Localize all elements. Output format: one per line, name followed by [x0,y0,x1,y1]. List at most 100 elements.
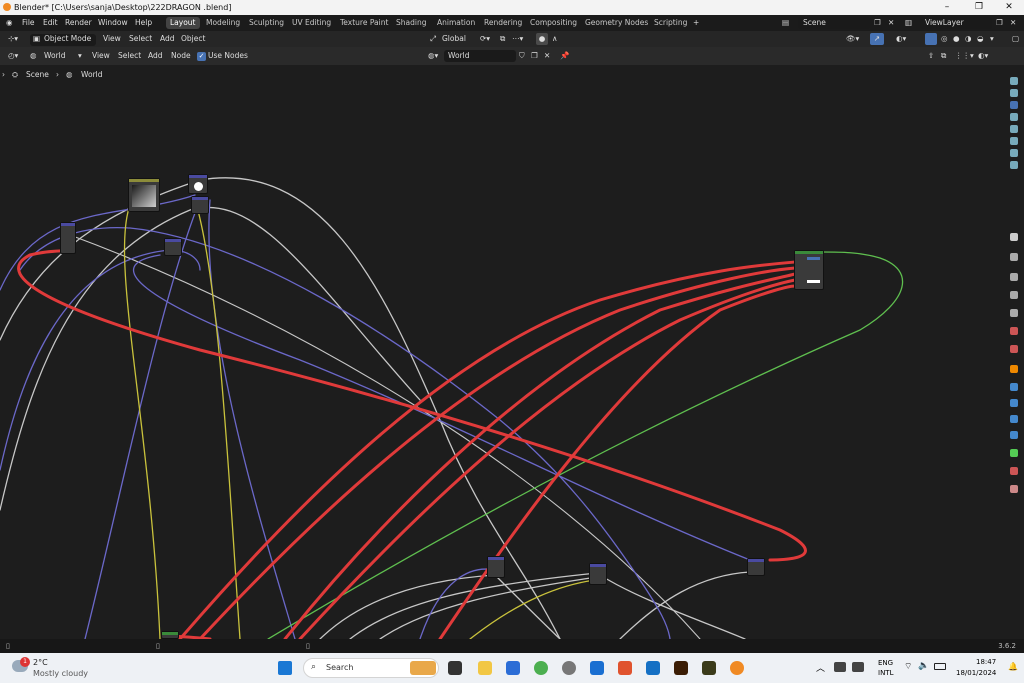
tab-scripting[interactable]: Scripting [650,17,691,29]
camera-icon[interactable] [1010,89,1018,97]
gizmo-toggle-icon[interactable]: ↗ [870,33,884,45]
camera-icon[interactable] [1010,113,1018,121]
maximize-icon[interactable]: ❐ [966,0,992,15]
overlay-icon[interactable]: ◐▾ [896,31,906,47]
output-icon[interactable] [1010,291,1018,299]
shading-solid-icon[interactable]: ● [953,31,960,47]
node-mapping[interactable] [164,238,182,256]
tab-layout[interactable]: Layout [166,17,200,29]
node-mix-3[interactable] [747,558,765,576]
menu-select[interactable]: Select [129,31,152,47]
menu-help[interactable]: Help [135,15,152,31]
node-menu-select[interactable]: Select [118,47,141,65]
menu-view[interactable]: View [103,31,121,47]
texture-icon[interactable] [1010,485,1018,493]
tray-app-icon[interactable] [834,662,846,672]
shading-options-icon[interactable]: ▾ [990,31,994,47]
menu-object[interactable]: Object [181,31,205,47]
camera-icon[interactable] [1010,137,1018,145]
camera-icon[interactable] [1010,77,1018,85]
xray-toggle-icon[interactable] [925,33,937,45]
fake-user-icon[interactable]: ⛉ [519,47,525,65]
add-workspace-button[interactable]: + [693,15,699,31]
node-overlay-icon[interactable]: ◐▾ [978,47,988,65]
visibility-icon[interactable]: 👁▾ [846,31,859,47]
world-datablock-field[interactable]: World [448,47,470,65]
menu-window[interactable]: Window [98,15,128,31]
task-view-icon[interactable] [448,661,462,675]
close-icon[interactable]: ✕ [996,0,1022,15]
proportional-edit-icon[interactable]: ● [536,33,548,45]
particles-icon[interactable] [1010,399,1018,407]
editor-type-icon[interactable]: ⊹▾ [8,31,18,47]
view-layer-selector[interactable]: ViewLayer [920,17,992,29]
shader-type-dropdown-icon[interactable]: ▾ [78,47,82,65]
tab-modeling[interactable]: Modeling [202,17,244,29]
pin-icon[interactable]: 📌 [560,47,569,65]
menu-add[interactable]: Add [160,31,175,47]
tray-expand-icon[interactable]: ︿ [816,661,825,674]
transform-orientation-selector[interactable]: Global [442,31,466,47]
settings-icon[interactable] [562,661,576,675]
blender-taskbar-icon[interactable] [730,661,744,675]
language-bottom[interactable]: INTL [878,669,893,677]
chrome-icon[interactable] [534,661,548,675]
delete-view-layer-icon[interactable]: ✕ [1010,15,1016,31]
delete-scene-icon[interactable]: ✕ [888,15,894,31]
parent-node-icon[interactable]: ⇧ [928,47,934,65]
file-explorer-icon[interactable] [478,661,492,675]
node-editor-type-icon[interactable]: ◴▾ [8,47,18,65]
clock-date[interactable]: 18/01/2024 [956,669,996,677]
node-mix-2[interactable] [589,563,607,585]
wifi-icon[interactable]: ⌔ [904,661,912,672]
tab-geometry-nodes[interactable]: Geometry Nodes [581,17,652,29]
outlook-icon[interactable] [590,661,604,675]
render-icon[interactable] [1010,273,1018,281]
node-texture-preview[interactable] [188,174,208,194]
tray-app-icon[interactable] [852,662,864,672]
menu-file[interactable]: File [22,15,35,31]
shading-wireframe-icon[interactable]: ◎ [941,31,948,47]
shading-material-icon[interactable]: ◑ [965,31,972,47]
mail-app-icon[interactable] [646,661,660,675]
minimize-icon[interactable]: – [934,0,960,15]
node-vector-mapping[interactable] [191,196,209,214]
node-snap-icon[interactable]: ⧉ [941,47,946,65]
node-menu-node[interactable]: Node [171,47,191,65]
tab-compositing[interactable]: Compositing [526,17,581,29]
node-background-output[interactable] [794,250,824,290]
store-icon[interactable] [506,661,520,675]
object-props-icon[interactable] [1010,365,1018,373]
mode-selector[interactable]: Object Mode [44,31,91,47]
node-canvas[interactable] [0,65,1004,639]
node-color-ramp[interactable] [128,178,160,212]
material-icon[interactable] [1010,467,1018,475]
language-top[interactable]: ENG [878,659,893,667]
tab-sculpting[interactable]: Sculpting [245,17,288,29]
new-view-layer-icon[interactable]: ❐ [996,15,1003,31]
modifier-icon[interactable] [1010,383,1018,391]
duplicate-world-icon[interactable]: ❐ [531,47,538,65]
office-app-icon[interactable] [618,661,632,675]
node-menu-add[interactable]: Add [148,47,163,65]
notification-icon[interactable]: 🔔 [1008,662,1018,671]
node-menu-view[interactable]: View [92,47,110,65]
falloff-icon[interactable]: ∧ [552,31,558,47]
header-collapse-icon[interactable]: ▢ [1012,31,1019,47]
data-icon[interactable] [1010,449,1018,457]
node-snap-mode-icon[interactable]: ⋮⋮▾ [955,47,974,65]
menu-edit[interactable]: Edit [43,15,58,31]
sticky-app-icon[interactable] [702,661,716,675]
node-mix-1[interactable] [487,556,505,578]
tab-animation[interactable]: Animation [433,17,479,29]
new-scene-icon[interactable]: ❐ [874,15,881,31]
physics-icon[interactable] [1010,415,1018,423]
world-props-icon[interactable] [1010,345,1018,353]
scene-selector[interactable]: Scene [798,17,870,29]
illustrator-icon[interactable] [674,661,688,675]
camera-icon[interactable] [1010,101,1018,109]
pivot-icon[interactable]: ⟳▾ [480,31,490,47]
blender-menu-icon[interactable]: ◉ [6,15,13,31]
shading-rendered-icon[interactable]: ◒ [977,31,984,47]
scene-props-icon[interactable] [1010,327,1018,335]
